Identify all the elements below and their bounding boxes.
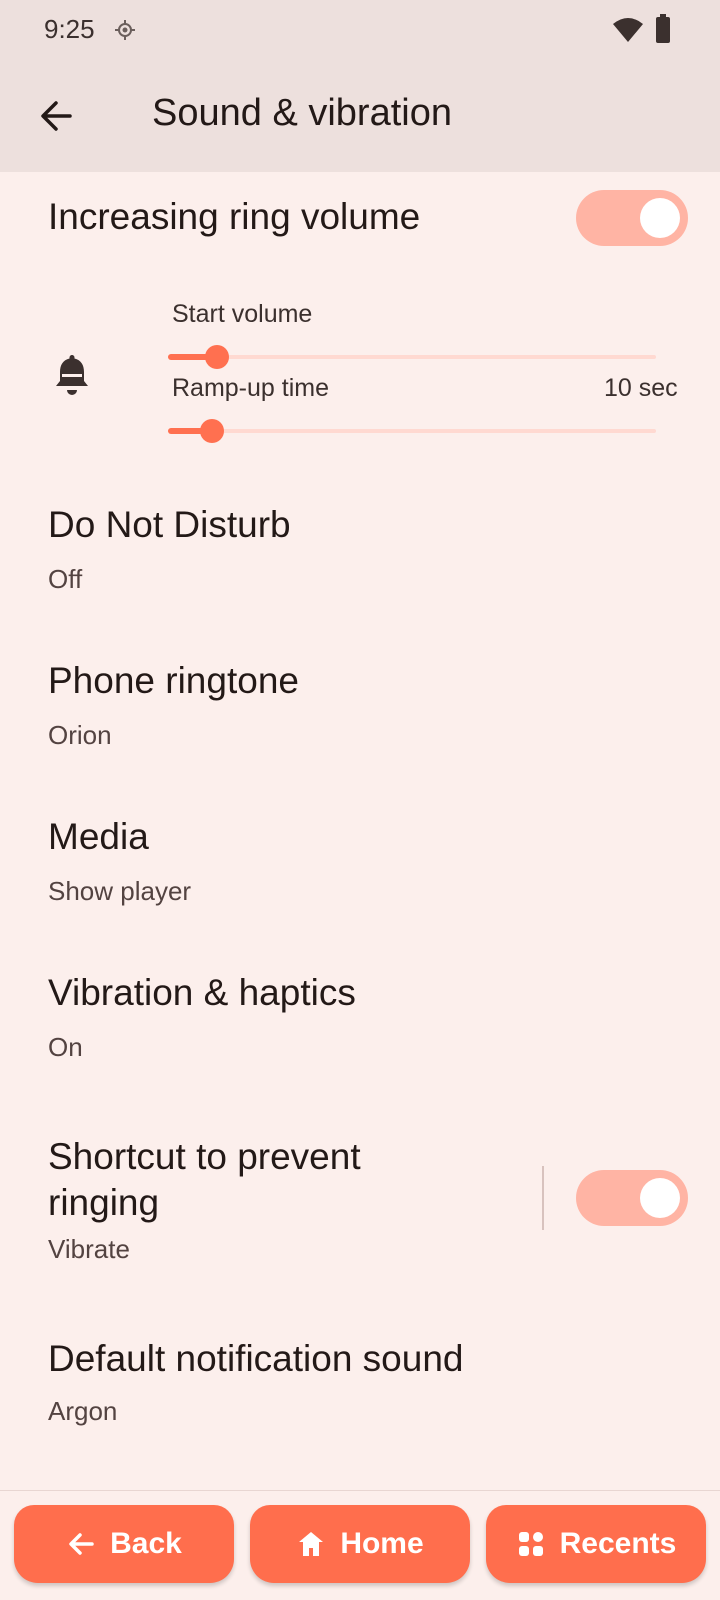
arrow-left-icon bbox=[69, 1533, 94, 1555]
wifi-icon bbox=[613, 18, 643, 42]
vertical-divider bbox=[542, 1166, 544, 1230]
app-bar: Sound & vibration bbox=[0, 60, 720, 172]
phone-ringtone-title: Phone ringtone bbox=[48, 660, 299, 701]
page-title: Sound & vibration bbox=[152, 92, 452, 134]
navigation-bar: Back Home Recents bbox=[0, 1490, 720, 1600]
shortcut-toggle[interactable] bbox=[576, 1170, 688, 1226]
battery-icon bbox=[656, 14, 670, 43]
back-button-label: Back bbox=[110, 1527, 182, 1560]
slider-track bbox=[168, 429, 656, 433]
bell-icon bbox=[56, 355, 88, 395]
vibration-haptics-title: Vibration & haptics bbox=[48, 972, 356, 1013]
slider-thumb[interactable] bbox=[199, 419, 224, 443]
status-time: 9:25 bbox=[44, 14, 95, 44]
media-title: Media bbox=[48, 816, 149, 857]
do-not-disturb-title: Do Not Disturb bbox=[48, 504, 291, 545]
shortcut-title-line2: ringing bbox=[48, 1182, 160, 1223]
recents-icon bbox=[518, 1532, 543, 1556]
recents-button[interactable]: Recents bbox=[486, 1505, 706, 1583]
ramp-up-slider[interactable] bbox=[168, 411, 656, 451]
slider-track bbox=[168, 355, 656, 359]
start-volume-label: Start volume bbox=[172, 300, 313, 328]
increasing-ring-toggle[interactable] bbox=[576, 190, 688, 246]
increasing-ring-label: Increasing ring volume bbox=[48, 196, 421, 237]
vibration-haptics-subtitle: On bbox=[48, 1032, 83, 1062]
back-button[interactable]: Back bbox=[14, 1505, 234, 1583]
shortcut-subtitle: Vibrate bbox=[48, 1234, 130, 1264]
do-not-disturb-subtitle: Off bbox=[48, 564, 83, 594]
recents-button-label: Recents bbox=[559, 1527, 677, 1560]
toggle-knob bbox=[640, 1178, 680, 1218]
slider-thumb[interactable] bbox=[204, 345, 229, 369]
phone-ringtone-subtitle: Orion bbox=[48, 720, 112, 750]
home-button-label: Home bbox=[340, 1527, 424, 1560]
media-subtitle: Show player bbox=[48, 876, 192, 906]
status-bar: 9:25 bbox=[0, 0, 720, 60]
start-volume-slider[interactable] bbox=[168, 337, 656, 377]
home-icon bbox=[299, 1532, 324, 1556]
default-notification-subtitle: Argon bbox=[48, 1396, 118, 1426]
ramp-up-label: Ramp-up time bbox=[172, 374, 329, 402]
home-button[interactable]: Home bbox=[250, 1505, 470, 1583]
toggle-knob bbox=[640, 198, 680, 238]
back-arrow-icon[interactable] bbox=[36, 96, 76, 136]
shortcut-title-line1: Shortcut to prevent bbox=[48, 1136, 361, 1177]
location-icon bbox=[115, 20, 135, 40]
settings-list: Increasing ring volume Start volume Ramp… bbox=[0, 172, 720, 1490]
default-notification-title: Default notification sound bbox=[48, 1338, 464, 1379]
ramp-up-value: 10 sec bbox=[604, 374, 678, 402]
